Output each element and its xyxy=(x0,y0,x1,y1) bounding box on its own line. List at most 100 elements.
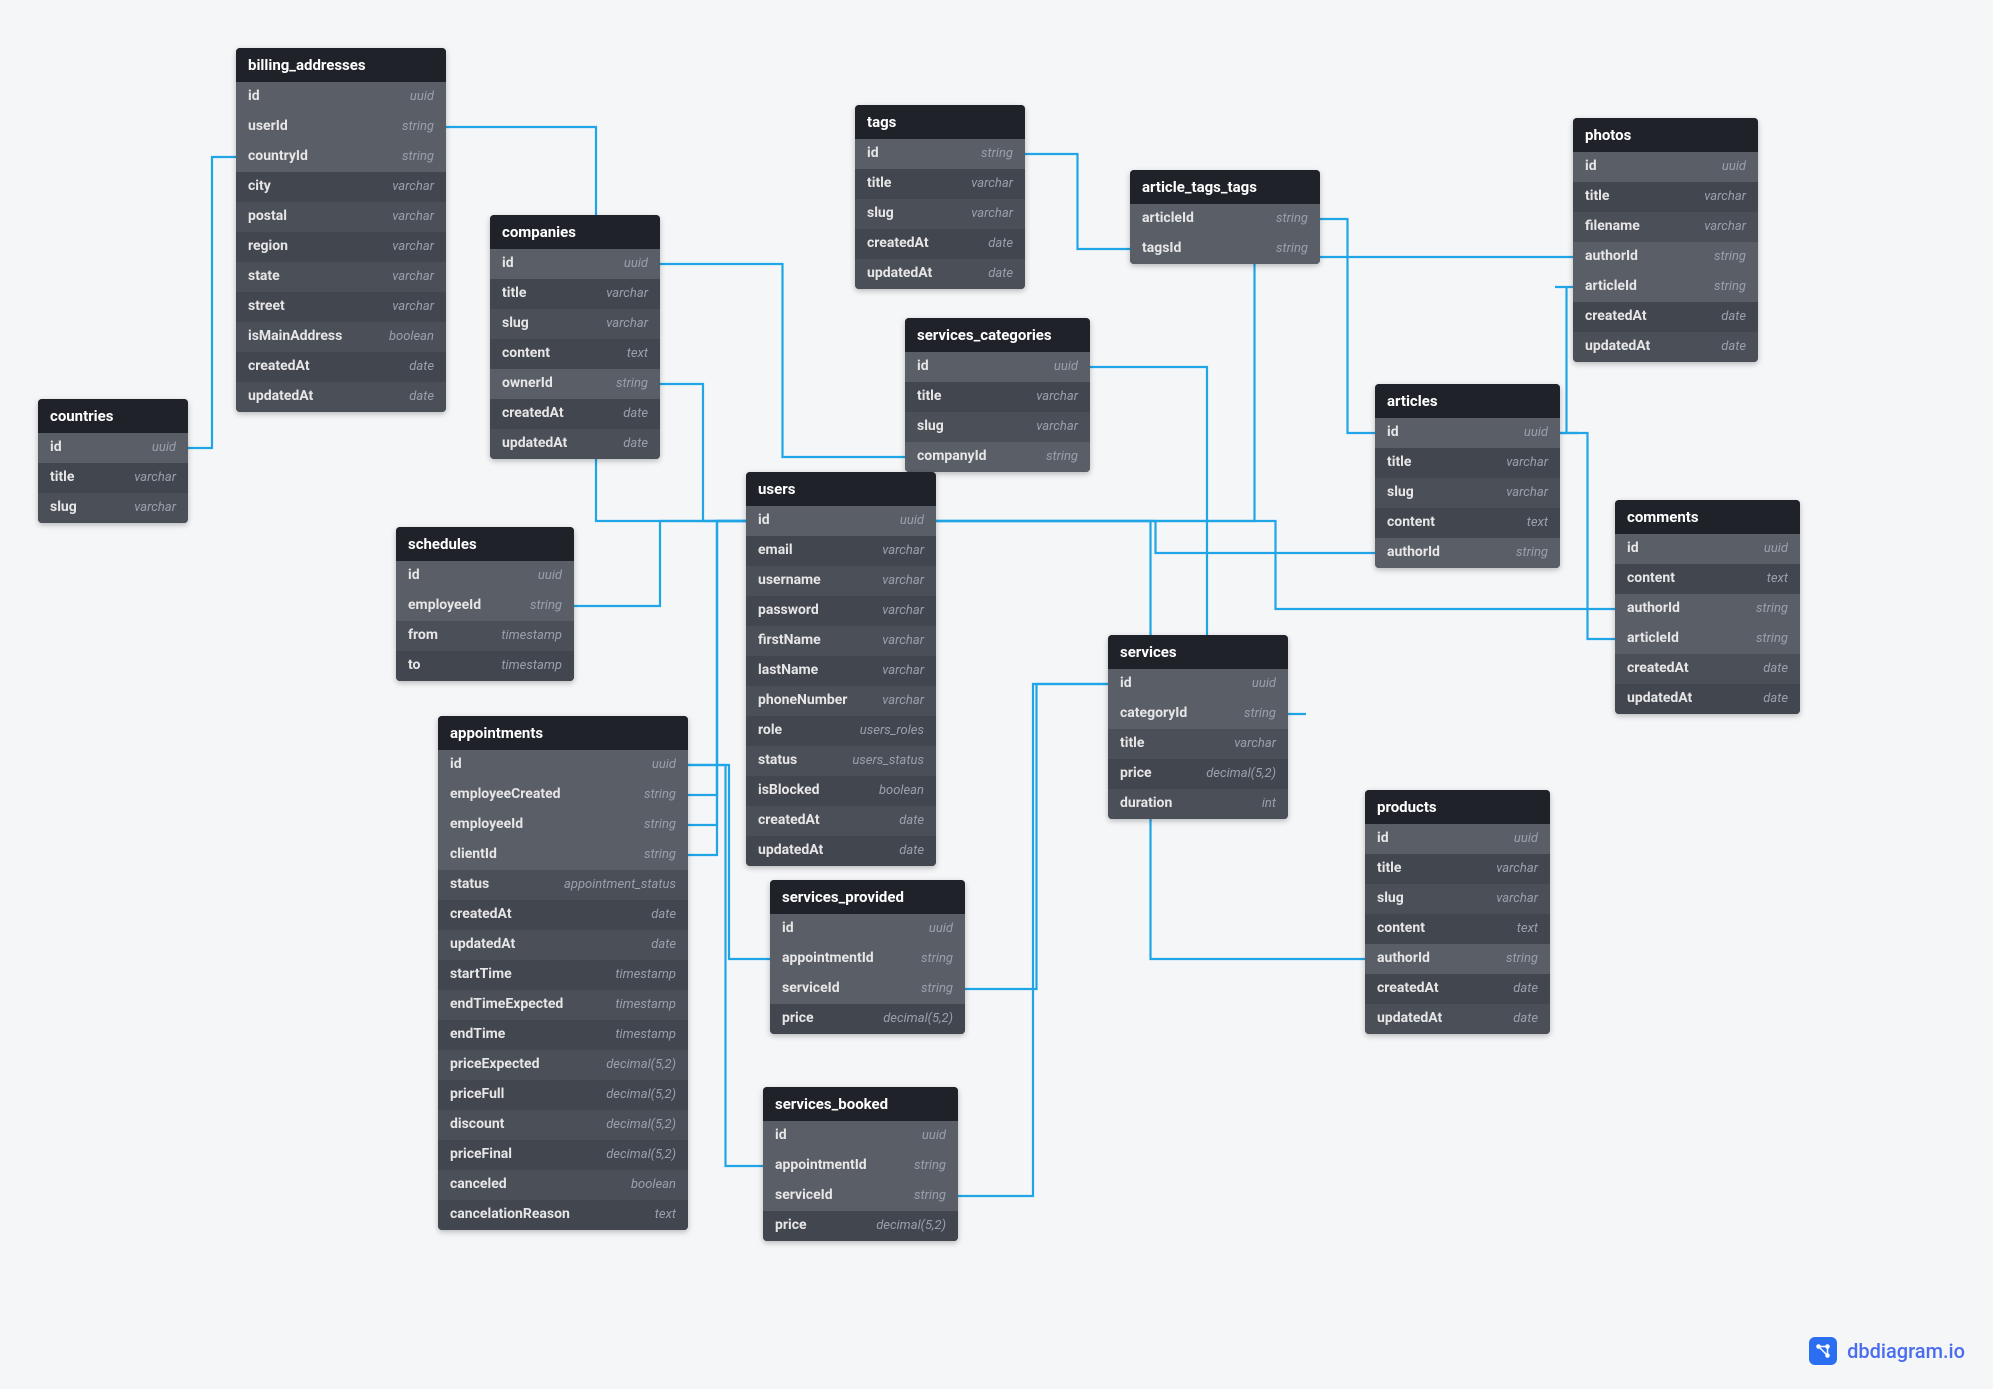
column-row[interactable]: authorIdstring xyxy=(1375,538,1560,568)
column-row[interactable]: createdAtdate xyxy=(746,806,936,836)
table-photos[interactable]: photosiduuidtitlevarcharfilenamevarchara… xyxy=(1573,118,1758,362)
column-row[interactable]: canceledboolean xyxy=(438,1170,688,1200)
table-header[interactable]: articles xyxy=(1375,384,1560,418)
diagram-canvas[interactable]: billing_addressesiduuiduserIdstringcount… xyxy=(0,0,1993,1389)
table-schedules[interactable]: schedulesiduuidemployeeIdstringfromtimes… xyxy=(396,527,574,681)
column-row[interactable]: createdAtdate xyxy=(1615,654,1800,684)
table-header[interactable]: services_booked xyxy=(763,1087,958,1121)
table-header[interactable]: countries xyxy=(38,399,188,433)
column-row[interactable]: roleusers_roles xyxy=(746,716,936,746)
column-row[interactable]: idstring xyxy=(855,139,1025,169)
column-row[interactable]: lastNamevarchar xyxy=(746,656,936,686)
column-row[interactable]: serviceIdstring xyxy=(763,1181,958,1211)
column-row[interactable]: contenttext xyxy=(1375,508,1560,538)
column-row[interactable]: iduuid xyxy=(763,1121,958,1151)
column-row[interactable]: cityvarchar xyxy=(236,172,446,202)
column-row[interactable]: pricedecimal(5,2) xyxy=(763,1211,958,1241)
column-row[interactable]: updatedAtdate xyxy=(1573,332,1758,362)
column-row[interactable]: iduuid xyxy=(438,750,688,780)
table-services[interactable]: servicesiduuidcategoryIdstringtitlevarch… xyxy=(1108,635,1288,819)
column-row[interactable]: endTimeExpectedtimestamp xyxy=(438,990,688,1020)
column-row[interactable]: iduuid xyxy=(746,506,936,536)
column-row[interactable]: endTimetimestamp xyxy=(438,1020,688,1050)
column-row[interactable]: clientIdstring xyxy=(438,840,688,870)
column-row[interactable]: employeeCreatedstring xyxy=(438,780,688,810)
column-row[interactable]: isBlockedboolean xyxy=(746,776,936,806)
column-row[interactable]: employeeIdstring xyxy=(438,810,688,840)
column-row[interactable]: slugvarchar xyxy=(1375,478,1560,508)
column-row[interactable]: titlevarchar xyxy=(1573,182,1758,212)
table-tags[interactable]: tagsidstringtitlevarcharslugvarcharcreat… xyxy=(855,105,1025,289)
column-row[interactable]: titlevarchar xyxy=(38,463,188,493)
column-row[interactable]: statususers_status xyxy=(746,746,936,776)
column-row[interactable]: iduuid xyxy=(1615,534,1800,564)
column-row[interactable]: updatedAtdate xyxy=(236,382,446,412)
table-billing_addresses[interactable]: billing_addressesiduuiduserIdstringcount… xyxy=(236,48,446,412)
column-row[interactable]: statevarchar xyxy=(236,262,446,292)
column-row[interactable]: createdAtdate xyxy=(490,399,660,429)
column-row[interactable]: appointmentIdstring xyxy=(770,944,965,974)
column-row[interactable]: appointmentIdstring xyxy=(763,1151,958,1181)
table-appointments[interactable]: appointmentsiduuidemployeeCreatedstringe… xyxy=(438,716,688,1230)
column-row[interactable]: titlevarchar xyxy=(490,279,660,309)
column-row[interactable]: createdAtdate xyxy=(855,229,1025,259)
table-articles[interactable]: articlesiduuidtitlevarcharslugvarcharcon… xyxy=(1375,384,1560,568)
column-row[interactable]: articleIdstring xyxy=(1130,204,1320,234)
column-row[interactable]: titlevarchar xyxy=(905,382,1090,412)
column-row[interactable]: pricedecimal(5,2) xyxy=(770,1004,965,1034)
column-row[interactable]: contenttext xyxy=(1615,564,1800,594)
column-row[interactable]: iduuid xyxy=(38,433,188,463)
column-row[interactable]: authorIdstring xyxy=(1615,594,1800,624)
column-row[interactable]: passwordvarchar xyxy=(746,596,936,626)
column-row[interactable]: titlevarchar xyxy=(1375,448,1560,478)
table-companies[interactable]: companiesiduuidtitlevarcharslugvarcharco… xyxy=(490,215,660,459)
column-row[interactable]: articleIdstring xyxy=(1615,624,1800,654)
table-header[interactable]: schedules xyxy=(396,527,574,561)
column-row[interactable]: slugvarchar xyxy=(38,493,188,523)
column-row[interactable]: employeeIdstring xyxy=(396,591,574,621)
column-row[interactable]: slugvarchar xyxy=(905,412,1090,442)
column-row[interactable]: iduuid xyxy=(770,914,965,944)
table-header[interactable]: appointments xyxy=(438,716,688,750)
column-row[interactable]: updatedAtdate xyxy=(746,836,936,866)
table-header[interactable]: tags xyxy=(855,105,1025,139)
column-row[interactable]: iduuid xyxy=(490,249,660,279)
column-row[interactable]: isMainAddressboolean xyxy=(236,322,446,352)
column-row[interactable]: serviceIdstring xyxy=(770,974,965,1004)
column-row[interactable]: usernamevarchar xyxy=(746,566,936,596)
column-row[interactable]: priceExpecteddecimal(5,2) xyxy=(438,1050,688,1080)
table-users[interactable]: usersiduuidemailvarcharusernamevarcharpa… xyxy=(746,472,936,866)
table-countries[interactable]: countriesiduuidtitlevarcharslugvarchar xyxy=(38,399,188,523)
column-row[interactable]: userIdstring xyxy=(236,112,446,142)
column-row[interactable]: contenttext xyxy=(490,339,660,369)
column-row[interactable]: categoryIdstring xyxy=(1108,699,1288,729)
table-services_booked[interactable]: services_bookediduuidappointmentIdstring… xyxy=(763,1087,958,1241)
column-row[interactable]: authorIdstring xyxy=(1573,242,1758,272)
column-row[interactable]: updatedAtdate xyxy=(1365,1004,1550,1034)
column-row[interactable]: iduuid xyxy=(1375,418,1560,448)
table-header[interactable]: services_provided xyxy=(770,880,965,914)
column-row[interactable]: regionvarchar xyxy=(236,232,446,262)
column-row[interactable]: iduuid xyxy=(236,82,446,112)
column-row[interactable]: articleIdstring xyxy=(1573,272,1758,302)
column-row[interactable]: companyIdstring xyxy=(905,442,1090,472)
column-row[interactable]: tagsIdstring xyxy=(1130,234,1320,264)
table-services_categories[interactable]: services_categoriesiduuidtitlevarcharslu… xyxy=(905,318,1090,472)
column-row[interactable]: createdAtdate xyxy=(438,900,688,930)
column-row[interactable]: firstNamevarchar xyxy=(746,626,936,656)
column-row[interactable]: createdAtdate xyxy=(1573,302,1758,332)
column-row[interactable]: ownerIdstring xyxy=(490,369,660,399)
column-row[interactable]: phoneNumbervarchar xyxy=(746,686,936,716)
column-row[interactable]: iduuid xyxy=(1573,152,1758,182)
column-row[interactable]: fromtimestamp xyxy=(396,621,574,651)
column-row[interactable]: slugvarchar xyxy=(1365,884,1550,914)
column-row[interactable]: priceFinaldecimal(5,2) xyxy=(438,1140,688,1170)
column-row[interactable]: createdAtdate xyxy=(1365,974,1550,1004)
table-services_provided[interactable]: services_providediduuidappointmentIdstri… xyxy=(770,880,965,1034)
column-row[interactable]: iduuid xyxy=(396,561,574,591)
table-header[interactable]: services_categories xyxy=(905,318,1090,352)
table-article_tags_tags[interactable]: article_tags_tagsarticleIdstringtagsIdst… xyxy=(1130,170,1320,264)
column-row[interactable]: slugvarchar xyxy=(855,199,1025,229)
column-row[interactable]: contenttext xyxy=(1365,914,1550,944)
column-row[interactable]: authorIdstring xyxy=(1365,944,1550,974)
